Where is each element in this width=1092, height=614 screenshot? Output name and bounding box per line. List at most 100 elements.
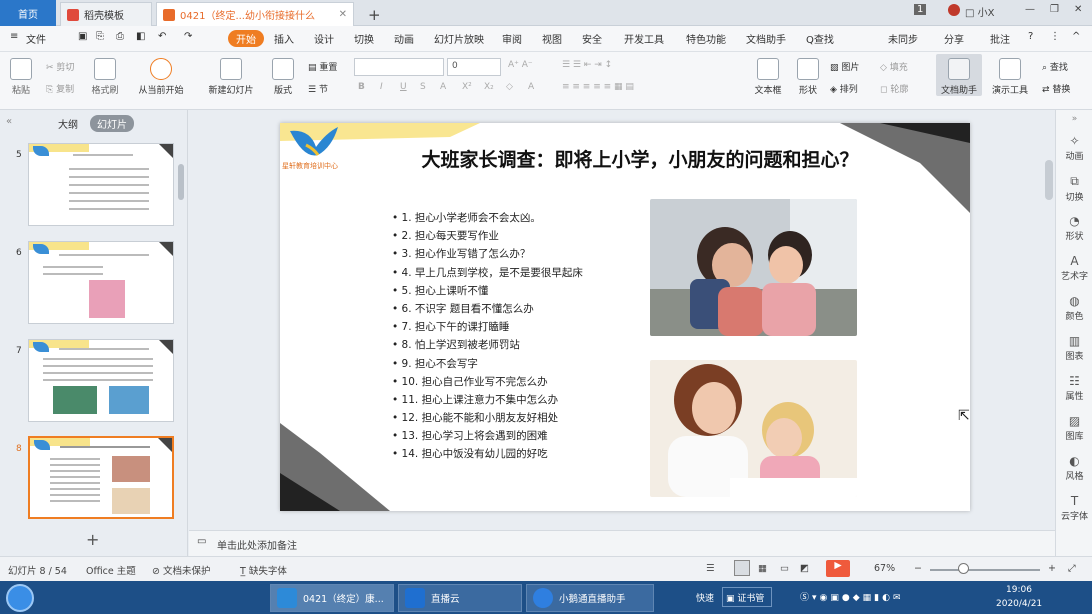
reading-view-icon[interactable]: ▭ bbox=[780, 563, 789, 574]
add-slide-plus-icon[interactable]: + bbox=[86, 530, 99, 549]
missing-font[interactable]: T̲ 缺失字体 bbox=[240, 563, 287, 577]
font-grow-icon[interactable]: A⁺ A⁻ bbox=[508, 60, 533, 70]
panel-animation[interactable]: ✧ 动画 bbox=[1056, 134, 1092, 162]
reset-button[interactable]: ▤ 重置 bbox=[308, 60, 337, 73]
comment-button[interactable]: 批注 bbox=[990, 31, 1010, 46]
menu-doc-assistant[interactable]: 文档助手 bbox=[746, 31, 786, 46]
menu-animation[interactable]: 动画 bbox=[394, 31, 414, 46]
system-tray-icons[interactable]: Ⓢ▾◉▣●◆▦▮◐✉ bbox=[800, 590, 904, 603]
collapse-panel-icon[interactable]: « bbox=[6, 116, 12, 127]
tab-outline[interactable]: 大纲 bbox=[58, 116, 78, 131]
notes-toggle-icon[interactable]: ☰ bbox=[706, 563, 715, 574]
tab-document[interactable]: 0421（终定...幼小衔接接什么 ✕ bbox=[156, 2, 354, 26]
slide-thumbnail-8-selected[interactable] bbox=[28, 436, 174, 519]
find-button[interactable]: ⌕ 查找 bbox=[1042, 60, 1068, 73]
close-window-icon[interactable]: ✕ bbox=[1074, 4, 1082, 15]
tab-home[interactable]: 首页 bbox=[0, 0, 56, 26]
format-painter-button[interactable]: 格式刷 bbox=[88, 58, 122, 96]
font-name-select[interactable] bbox=[354, 58, 444, 76]
panel-wordart[interactable]: A 艺术字 bbox=[1056, 254, 1092, 282]
cut-button[interactable]: ✂ 剪切 bbox=[46, 60, 74, 73]
taskbar-app-live-cloud[interactable]: 直播云 bbox=[398, 584, 522, 612]
shape-button[interactable]: 形状 bbox=[794, 58, 822, 96]
help-icon[interactable]: ? bbox=[1028, 31, 1033, 42]
zoom-in-icon[interactable]: + bbox=[1048, 563, 1056, 574]
zoom-slider-thumb[interactable] bbox=[958, 563, 969, 574]
menu-developer[interactable]: 开发工具 bbox=[624, 31, 664, 46]
underline-icon[interactable]: U bbox=[400, 82, 407, 92]
tray-certificate-app[interactable]: ▣ 证书管 bbox=[722, 587, 772, 607]
slide-thumbnail-7[interactable] bbox=[28, 339, 174, 422]
tab-slides[interactable]: 幻灯片 bbox=[90, 115, 134, 132]
picture-button[interactable]: ▨ 图片 bbox=[830, 60, 859, 73]
restore-icon[interactable]: ❐ bbox=[1050, 4, 1059, 15]
collapse-ribbon-icon[interactable]: ^ bbox=[1072, 31, 1080, 42]
align-icons[interactable]: ≡ ≡ ≡ ≡ ≡ ▦ ▤ bbox=[562, 82, 634, 92]
avatar[interactable] bbox=[948, 4, 960, 16]
panel-color[interactable]: ◍ 颜色 bbox=[1056, 294, 1092, 322]
panel-style[interactable]: ◐ 风格 bbox=[1056, 454, 1092, 482]
share-button[interactable]: 分享 bbox=[944, 31, 964, 46]
print-icon[interactable]: ⎙ bbox=[116, 31, 124, 42]
menu-review[interactable]: 审阅 bbox=[502, 31, 522, 46]
bold-icon[interactable]: B bbox=[358, 82, 365, 92]
preview-icon[interactable]: ◧ bbox=[136, 31, 145, 42]
slide-scrollbar[interactable] bbox=[1045, 160, 1053, 200]
tab-close-icon[interactable]: ✕ bbox=[339, 9, 347, 20]
strike-icon[interactable]: S bbox=[420, 82, 426, 92]
protect-status[interactable]: ⊘ 文档未保护 bbox=[152, 563, 211, 577]
play-from-current-button[interactable]: 从当前开始 bbox=[132, 58, 190, 96]
taskbar-app-presentation[interactable]: 0421（终定）康... bbox=[270, 584, 394, 612]
presentation-tools-button[interactable]: 演示工具 bbox=[986, 58, 1034, 96]
current-slide[interactable]: 星轩教育培训中心 大班家长调查：即将上小学，小朋友的问题和担心？ 1. 担心小学… bbox=[280, 123, 970, 511]
menu-slideshow[interactable]: 幻灯片放映 bbox=[434, 31, 484, 46]
arrange-button[interactable]: ◈ 排列 bbox=[830, 82, 858, 95]
new-slide-button[interactable]: 新建幻灯片 bbox=[204, 58, 258, 96]
fit-window-icon[interactable]: ⤢ bbox=[1068, 563, 1076, 574]
menu-file[interactable]: 文件 bbox=[26, 31, 46, 46]
slide-thumbnail-5[interactable] bbox=[28, 143, 174, 226]
slide-thumbnail-6[interactable] bbox=[28, 241, 174, 324]
fill-button[interactable]: ◇ 填充 bbox=[880, 60, 908, 73]
sync-status[interactable]: 未同步 bbox=[888, 31, 918, 46]
font-size-select[interactable]: 0 bbox=[447, 58, 501, 76]
redo-icon[interactable]: ↷ bbox=[184, 31, 192, 42]
outline-button[interactable]: ◻ 轮廓 bbox=[880, 82, 908, 95]
notes-bar[interactable]: ▭ 单击此处添加备注 bbox=[189, 530, 1055, 556]
dual-screen-icon[interactable]: ◩ bbox=[800, 563, 809, 574]
menu-features[interactable]: 特色功能 bbox=[686, 31, 726, 46]
play-slideshow-button[interactable]: ▶ bbox=[826, 560, 850, 577]
taskbar-app-live-assistant[interactable]: 小鹅通直播助手 bbox=[526, 584, 654, 612]
textbox-button[interactable]: 文本框 bbox=[752, 58, 784, 96]
replace-button[interactable]: ⇄ 替换 bbox=[1042, 82, 1070, 95]
save-icon[interactable]: ▣ bbox=[78, 31, 87, 42]
start-button[interactable] bbox=[6, 584, 34, 612]
export-icon[interactable]: ⎘ bbox=[96, 31, 104, 42]
panel-chart[interactable]: ▥ 图表 bbox=[1056, 334, 1092, 362]
doc-assistant-button[interactable]: 文档助手 bbox=[936, 54, 982, 96]
expand-panel-icon[interactable]: » bbox=[1056, 114, 1092, 124]
normal-view-icon[interactable] bbox=[734, 560, 750, 576]
menu-view[interactable]: 视图 bbox=[542, 31, 562, 46]
panel-transition[interactable]: ⧉ 切换 bbox=[1056, 174, 1092, 203]
zoom-slider-track[interactable] bbox=[930, 569, 1040, 571]
panel-shape[interactable]: ◔ 形状 bbox=[1056, 214, 1092, 242]
minimize-icon[interactable]: — bbox=[1025, 4, 1035, 15]
bullet-list-icon[interactable]: ☰ ☰ ⇤ ⇥ ↕ bbox=[562, 60, 612, 70]
menu-security[interactable]: 安全 bbox=[582, 31, 602, 46]
menu-start[interactable]: 开始 bbox=[228, 30, 264, 47]
zoom-level[interactable]: 67% bbox=[874, 563, 895, 574]
new-tab-plus-icon[interactable]: + bbox=[362, 3, 387, 27]
menu-search[interactable]: Q查找 bbox=[806, 31, 834, 46]
panel-gallery[interactable]: ▨ 图库 bbox=[1056, 414, 1092, 442]
notes-placeholder[interactable]: 单击此处添加备注 bbox=[217, 537, 297, 552]
hamburger-icon[interactable]: ≡ bbox=[10, 31, 18, 42]
paste-button[interactable]: 粘贴 bbox=[8, 58, 34, 96]
clear-format-icon[interactable]: ◇ bbox=[506, 82, 513, 92]
highlight-icon[interactable]: A bbox=[528, 82, 534, 92]
italic-icon[interactable]: I bbox=[380, 82, 383, 92]
undo-icon[interactable]: ↶ bbox=[158, 31, 166, 42]
layout-button[interactable]: 版式 bbox=[268, 58, 298, 96]
sorter-view-icon[interactable]: ▦ bbox=[758, 563, 767, 574]
subscript-icon[interactable]: X₂ bbox=[484, 82, 494, 92]
